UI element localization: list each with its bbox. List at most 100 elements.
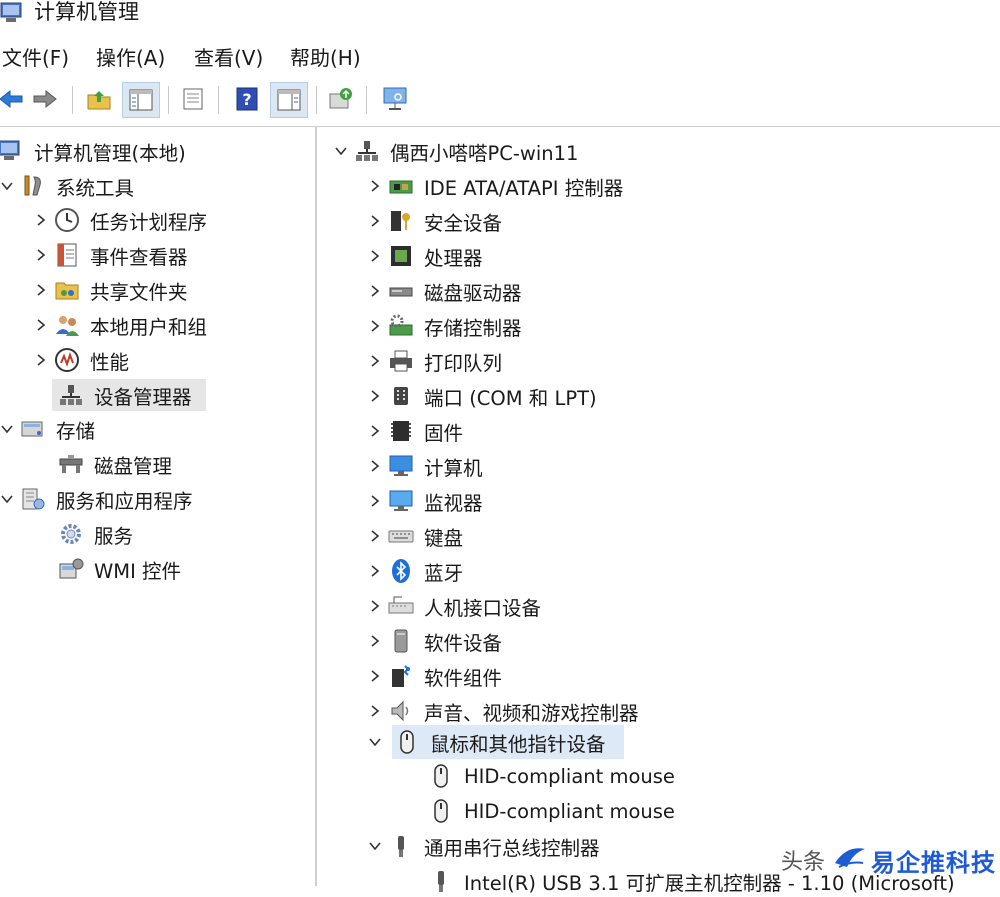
chevron-right-icon[interactable] [364, 170, 386, 202]
device-category-label: 磁盘驱动器 [424, 281, 522, 305]
device-category-software-components[interactable]: 软件组件 [364, 660, 502, 692]
device-root-label: 偶西小嗒嗒PC-win11 [390, 141, 579, 165]
tree-item-event-viewer[interactable]: 事件查看器 [30, 239, 188, 271]
chevron-right-icon[interactable] [364, 275, 386, 307]
device-category-label: 安全设备 [424, 211, 503, 235]
device-category-label: 鼠标和其他指针设备 [430, 732, 606, 756]
chevron-right-icon[interactable] [364, 415, 386, 447]
hid-icon [386, 592, 416, 620]
chevron-right-icon[interactable] [364, 590, 386, 622]
device-category-label: 打印队列 [424, 351, 503, 375]
toolbar-separator [72, 86, 73, 114]
shared-folder-icon [52, 276, 82, 304]
device-category-mice[interactable]: 鼠标和其他指针设备 [369, 725, 624, 759]
chevron-right-icon[interactable] [30, 204, 52, 236]
menu-view[interactable]: 查看(V) [194, 44, 263, 72]
chevron-right-icon[interactable] [364, 240, 386, 272]
chevron-right-icon[interactable] [364, 450, 386, 482]
forward-arrow-icon[interactable] [30, 84, 60, 114]
chevron-right-icon[interactable] [30, 239, 52, 271]
toolbar-separator [316, 86, 317, 114]
device-category-disk-drives[interactable]: 磁盘驱动器 [364, 275, 522, 307]
chevron-down-icon[interactable] [0, 483, 18, 515]
clock-icon [52, 206, 82, 234]
scan-hardware-icon[interactable] [380, 84, 410, 114]
chevron-right-icon[interactable] [30, 309, 52, 341]
event-viewer-icon [52, 241, 82, 269]
chevron-right-icon[interactable] [364, 520, 386, 552]
chevron-down-icon[interactable] [364, 726, 386, 758]
device-manager-icon [56, 381, 86, 409]
help-icon[interactable]: ? [232, 84, 262, 114]
device-category-monitors[interactable]: 监视器 [364, 485, 483, 517]
up-folder-icon[interactable] [84, 84, 114, 114]
device-label: HID-compliant mouse [464, 799, 675, 823]
device-category-ide[interactable]: IDE ATA/ATAPI 控制器 [364, 170, 623, 202]
tree-item-disk-management[interactable]: 磁盘管理 [52, 448, 172, 480]
chevron-right-icon[interactable] [364, 555, 386, 587]
device-category-label: 存储控制器 [424, 316, 522, 340]
storage-icon [18, 415, 48, 443]
chevron-right-icon[interactable] [30, 344, 52, 376]
device-hid-mouse-1[interactable]: HID-compliant mouse [426, 760, 675, 792]
action-pane-icon[interactable] [270, 82, 308, 118]
tree-item-computer-management[interactable]: 计算机管理(本地) [0, 135, 186, 167]
update-driver-icon[interactable] [326, 84, 356, 114]
device-tree: 偶西小嗒嗒PC-win11 IDE ATA/ATAPI 控制器 安全设备 处理器… [318, 127, 1000, 895]
device-hid-mouse-2[interactable]: HID-compliant mouse [426, 795, 675, 827]
device-category-computer[interactable]: 计算机 [364, 450, 483, 482]
device-category-ports[interactable]: 端口 (COM 和 LPT) [364, 380, 597, 412]
device-category-firmware[interactable]: 固件 [364, 415, 463, 447]
menu-file[interactable]: 文件(F) [2, 44, 69, 72]
chevron-down-icon[interactable] [364, 830, 386, 862]
chevron-right-icon[interactable] [364, 310, 386, 342]
properties-icon[interactable] [178, 84, 208, 114]
chevron-right-icon[interactable] [364, 695, 386, 727]
chevron-right-icon[interactable] [364, 345, 386, 377]
tree-item-services[interactable]: 服务 [52, 518, 133, 550]
device-category-print-queues[interactable]: 打印队列 [364, 345, 502, 377]
wmi-icon [56, 555, 86, 583]
chevron-down-icon[interactable] [330, 135, 352, 167]
tree-item-label: 服务和应用程序 [56, 489, 193, 513]
device-category-storage-controllers[interactable]: 存储控制器 [364, 310, 522, 342]
chevron-right-icon[interactable] [364, 625, 386, 657]
device-category-bluetooth[interactable]: 蓝牙 [364, 555, 463, 587]
device-category-processor[interactable]: 处理器 [364, 240, 483, 272]
device-category-usb[interactable]: 通用串行总线控制器 [364, 830, 600, 862]
tree-item-storage[interactable]: 存储 [0, 413, 95, 445]
chevron-right-icon[interactable] [364, 485, 386, 517]
tree-item-task-scheduler[interactable]: 任务计划程序 [30, 204, 207, 236]
menu-help[interactable]: 帮助(H) [290, 44, 361, 72]
tree-item-system-tools[interactable]: 系统工具 [0, 170, 134, 202]
disk-management-icon [56, 450, 86, 478]
chevron-down-icon[interactable] [0, 413, 18, 445]
show-tree-icon[interactable] [122, 82, 160, 118]
back-arrow-icon[interactable] [0, 84, 26, 114]
keyboard-icon [386, 522, 416, 550]
tree-item-performance[interactable]: 性能 [30, 344, 129, 376]
chevron-right-icon[interactable] [364, 380, 386, 412]
device-category-software-devices[interactable]: 软件设备 [364, 625, 502, 657]
device-category-label: 计算机 [424, 456, 483, 480]
menu-action[interactable]: 操作(A) [96, 44, 165, 72]
device-category-hid[interactable]: 人机接口设备 [364, 590, 541, 622]
tree-item-wmi-control[interactable]: WMI 控件 [52, 553, 181, 585]
device-category-label: 固件 [424, 421, 464, 445]
tree-item-device-manager[interactable]: 设备管理器 [52, 379, 206, 411]
tree-item-label: 计算机管理(本地) [34, 141, 186, 165]
chevron-right-icon[interactable] [30, 274, 52, 306]
chevron-down-icon[interactable] [0, 170, 18, 202]
device-category-security[interactable]: 安全设备 [364, 205, 502, 237]
tree-item-label: 本地用户和组 [90, 315, 208, 339]
device-category-label: 人机接口设备 [424, 596, 542, 620]
speaker-icon [386, 697, 416, 725]
device-category-keyboards[interactable]: 键盘 [364, 520, 463, 552]
tree-item-local-users-groups[interactable]: 本地用户和组 [30, 309, 207, 341]
device-category-sound-video[interactable]: 声音、视频和游戏控制器 [364, 695, 639, 727]
tree-item-services-and-apps[interactable]: 服务和应用程序 [0, 483, 193, 515]
chevron-right-icon[interactable] [364, 660, 386, 692]
device-root[interactable]: 偶西小嗒嗒PC-win11 [330, 135, 578, 167]
tree-item-shared-folders[interactable]: 共享文件夹 [30, 274, 188, 306]
chevron-right-icon[interactable] [364, 205, 386, 237]
